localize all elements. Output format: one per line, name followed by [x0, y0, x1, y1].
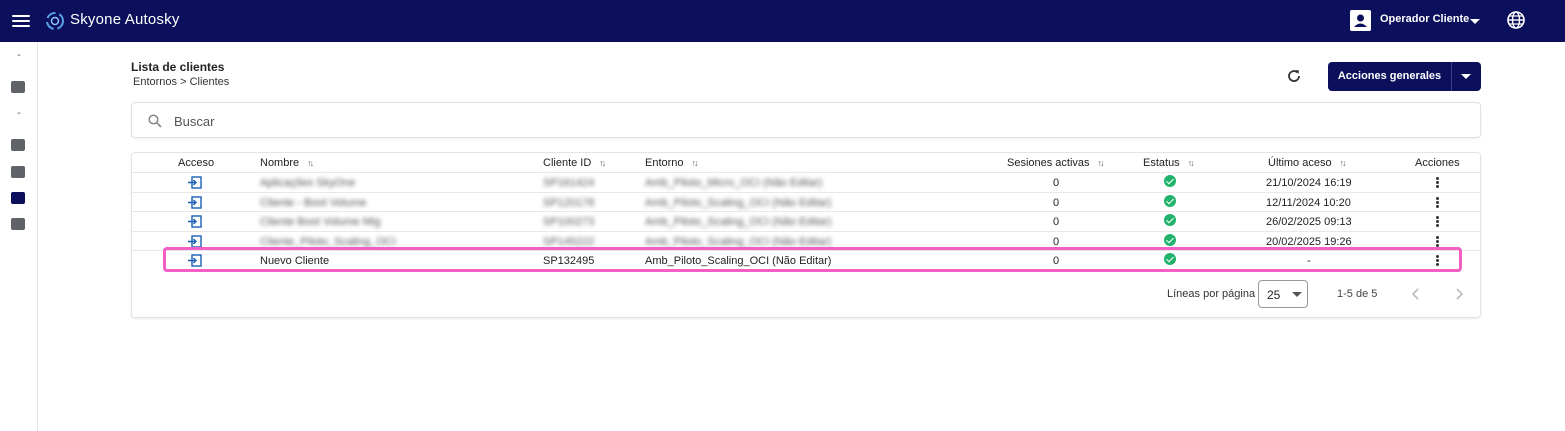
chevron-down-icon — [1292, 292, 1302, 297]
client-name: Cliente_Piloto_Scaling_OCI — [260, 236, 396, 248]
general-actions-label[interactable]: Acciones generales — [1328, 62, 1452, 91]
sidebar-divider: - — [17, 50, 21, 61]
client-environment: Amb_Piloto_Micro_OCI (Não Editar) — [645, 177, 823, 189]
skyone-logo-icon — [46, 12, 64, 30]
more-actions-icon[interactable] — [1436, 196, 1440, 210]
status-ok-icon — [1164, 234, 1176, 246]
breadcrumb[interactable]: Entornos > Clientes — [133, 76, 229, 88]
search-icon — [148, 114, 162, 128]
search-input[interactable] — [174, 111, 1454, 131]
sort-icon[interactable]: ↑↓ — [1340, 158, 1347, 168]
status-ok-icon — [1164, 253, 1176, 265]
sort-icon[interactable]: ↑↓ — [1098, 158, 1105, 168]
column-header-label: Cliente ID — [543, 157, 592, 169]
column-header-acceso: Acceso — [178, 157, 215, 169]
column-header-label: Nombre — [260, 157, 300, 169]
table-row[interactable]: Nuevo Cliente SP132495 Amb_Piloto_Scalin… — [132, 250, 1480, 272]
search-bar — [131, 102, 1481, 138]
login-icon[interactable] — [188, 176, 202, 189]
last-access: 26/02/2025 09:13 — [1266, 216, 1352, 228]
last-access: 21/10/2024 16:19 — [1266, 177, 1352, 189]
more-actions-icon[interactable] — [1436, 176, 1440, 190]
login-icon[interactable] — [188, 196, 202, 209]
last-access: 12/11/2024 10:20 — [1266, 197, 1351, 209]
column-header-entorno[interactable]: Entorno ↑↓ — [645, 155, 699, 171]
client-environment: Amb_Piloto_Scaling_OCI (Não Editar) — [645, 255, 832, 267]
status-ok-icon — [1164, 214, 1176, 226]
user-menu-label[interactable]: Operador Cliente — [1380, 13, 1469, 25]
pagination-range: 1-5 de 5 — [1337, 288, 1378, 300]
last-access: - — [1307, 255, 1311, 267]
app-brand: Skyone Autosky — [70, 11, 180, 28]
archive-icon[interactable] — [11, 139, 25, 151]
chevron-left-icon[interactable] — [1409, 287, 1423, 301]
table-row[interactable]: Cliente_Piloto_Scaling_OCI SP145222 Amb_… — [132, 231, 1480, 251]
page-title: Lista de clientes — [131, 60, 225, 74]
column-header-acciones: Acciones — [1415, 157, 1460, 169]
client-id: SP132495 — [543, 255, 595, 267]
column-header-estatus[interactable]: Estatus ↑↓ — [1143, 155, 1195, 171]
column-header-ultimo-acceso[interactable]: Último aceso ↑↓ — [1268, 155, 1347, 171]
top-bar: Skyone Autosky Operador Cliente — [0, 0, 1565, 42]
sort-icon[interactable]: ↑↓ — [692, 158, 699, 168]
chevron-right-icon[interactable] — [1452, 287, 1466, 301]
status-ok-icon — [1164, 175, 1176, 187]
more-actions-icon[interactable] — [1436, 215, 1440, 229]
rows-per-page-value: 25 — [1267, 288, 1281, 302]
table-row[interactable]: Cliente Boot Volume Mig SP100273 Amb_Pil… — [132, 211, 1480, 231]
clients-table: Acceso Nombre ↑↓ Cliente ID ↑↓ Entorno ↑… — [131, 152, 1481, 318]
login-icon[interactable] — [188, 254, 202, 267]
column-header-label: Estatus — [1143, 157, 1180, 169]
users-icon[interactable] — [11, 218, 25, 230]
active-sessions: 0 — [1053, 255, 1060, 267]
table-row[interactable]: Cliente - Boot Volume SP120178 Amb_Pilot… — [132, 192, 1480, 212]
column-header-label: Último aceso — [1268, 157, 1332, 169]
refresh-icon[interactable] — [1285, 67, 1303, 85]
sidebar-divider: - — [17, 108, 21, 119]
client-name: Aplicações SkyOne — [260, 177, 356, 189]
chevron-down-icon[interactable] — [1452, 62, 1481, 91]
login-icon[interactable] — [188, 235, 202, 248]
sort-icon[interactable]: ↑↓ — [1188, 158, 1195, 168]
client-id: SP120178 — [543, 197, 595, 209]
client-id: SP145222 — [543, 236, 595, 248]
column-header-label: Sesiones activas — [1007, 157, 1090, 169]
active-sessions: 0 — [1053, 216, 1060, 228]
dashboard-icon[interactable] — [11, 81, 25, 93]
active-sessions: 0 — [1053, 177, 1060, 189]
rows-per-page-label: Líneas por página — [1167, 288, 1256, 300]
column-header-nombre[interactable]: Nombre ↑↓ — [260, 155, 314, 171]
table-row[interactable]: Aplicações SkyOne SP161424 Amb_Piloto_Mi… — [132, 172, 1480, 192]
menu-icon[interactable] — [12, 12, 30, 30]
user-avatar-icon[interactable] — [1350, 10, 1371, 31]
rows-per-page-select[interactable]: 25 — [1258, 280, 1308, 308]
client-name: Cliente Boot Volume Mig — [260, 216, 381, 228]
globe-icon[interactable] — [1506, 10, 1526, 30]
last-access: 20/02/2025 19:26 — [1266, 236, 1352, 248]
more-actions-icon[interactable] — [1436, 235, 1440, 249]
client-id: SP161424 — [543, 177, 595, 189]
client-id: SP100273 — [543, 216, 595, 228]
status-ok-icon — [1164, 195, 1176, 207]
more-actions-icon[interactable] — [1436, 254, 1440, 268]
column-header-sesiones[interactable]: Sesiones activas ↑↓ — [1007, 155, 1105, 171]
general-actions-button[interactable]: Acciones generales — [1328, 62, 1481, 91]
client-environment: Amb_Piloto_Scaling_OCI (Não Editar) — [645, 216, 832, 228]
client-name: Nuevo Cliente — [260, 255, 330, 267]
active-sessions: 0 — [1053, 197, 1060, 209]
column-header-cliente-id[interactable]: Cliente ID ↑↓ — [543, 155, 606, 171]
client-name: Cliente - Boot Volume — [260, 197, 367, 209]
sort-icon[interactable]: ↑↓ — [307, 158, 314, 168]
sort-icon[interactable]: ↑↓ — [599, 158, 606, 168]
client-environment: Amb_Piloto_Scaling_OCI (Não Editar) — [645, 197, 832, 209]
clients-icon[interactable] — [11, 192, 25, 204]
client-environment: Amb_Piloto_Scaling_OCI (Não Editar) — [645, 236, 832, 248]
chevron-down-icon[interactable] — [1470, 19, 1480, 24]
column-header-label: Entorno — [645, 157, 684, 169]
active-sessions: 0 — [1053, 236, 1060, 248]
login-icon[interactable] — [188, 215, 202, 228]
sidebar: - - — [0, 42, 38, 431]
cloud-icon[interactable] — [11, 166, 25, 178]
